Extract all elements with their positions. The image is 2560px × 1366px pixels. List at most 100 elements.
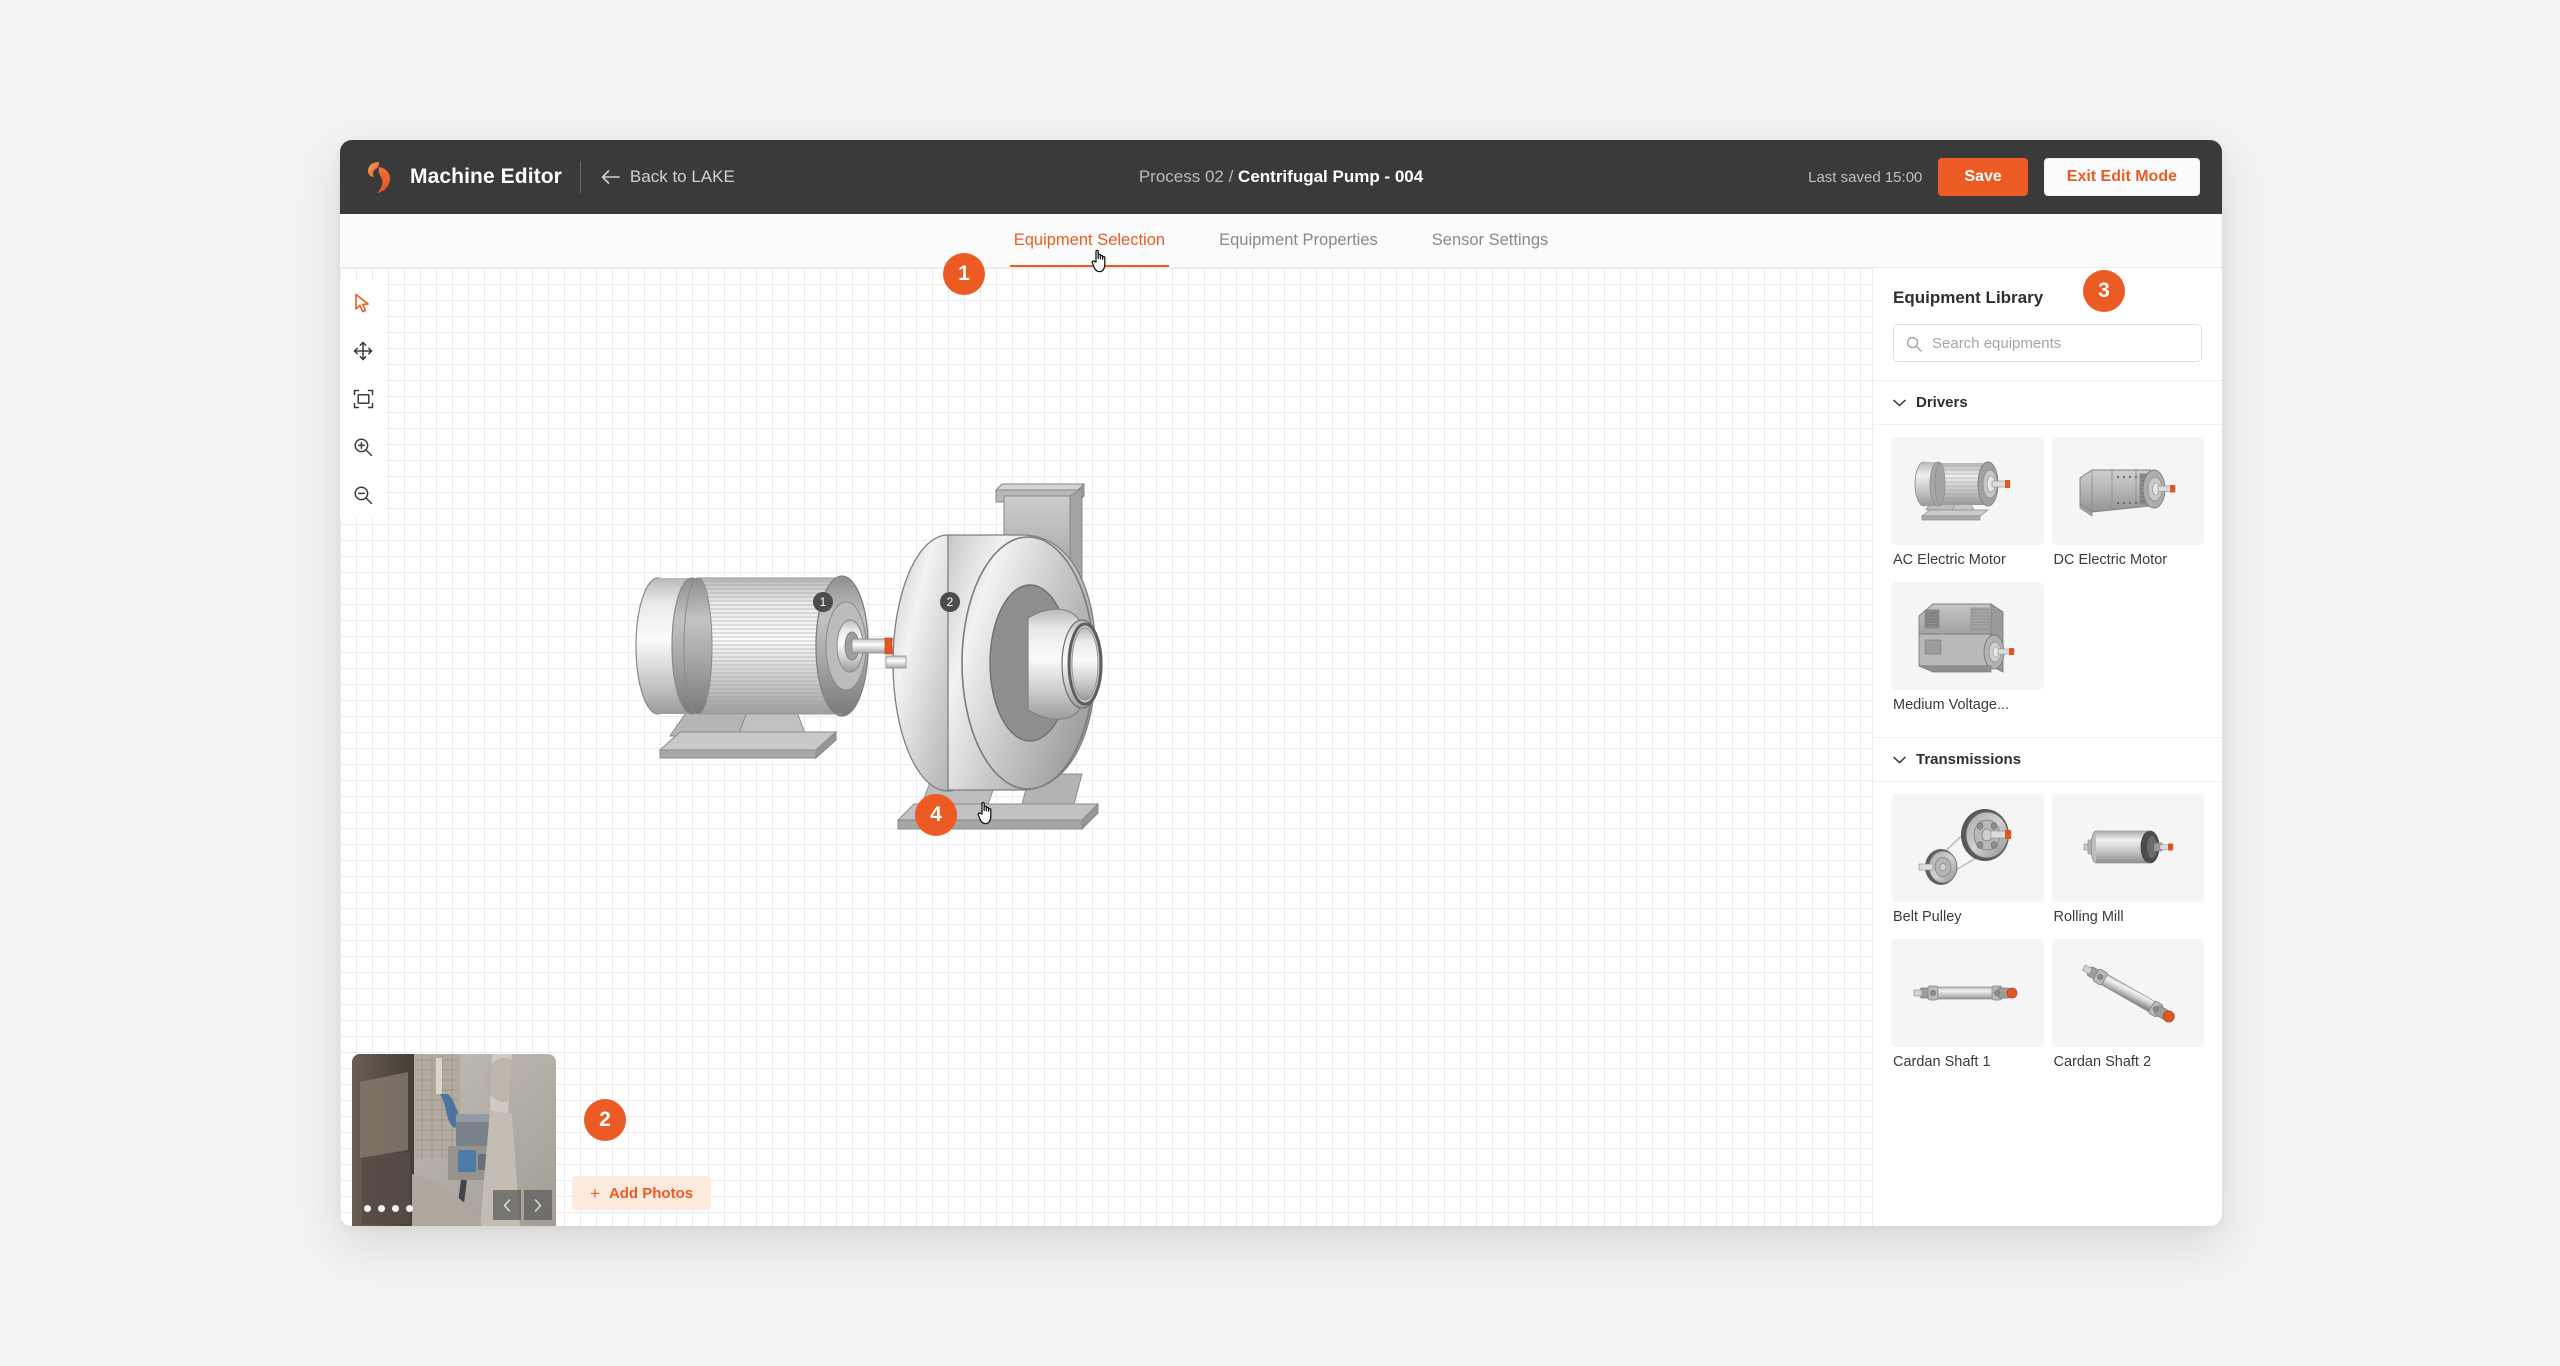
plus-icon: + bbox=[590, 1183, 600, 1203]
brand-group: Machine Editor bbox=[366, 160, 562, 194]
search-icon bbox=[1906, 336, 1922, 352]
photo-carousel-dots bbox=[364, 1205, 413, 1212]
photo-prev-button[interactable] bbox=[493, 1190, 521, 1220]
pan-tool-button[interactable] bbox=[346, 334, 380, 368]
chevron-down-icon bbox=[1893, 399, 1906, 406]
equipment-library-sidebar: Equipment Library Drivers bbox=[1872, 268, 2222, 1226]
fit-screen-button[interactable] bbox=[346, 382, 380, 416]
tab-equipment-selection[interactable]: Equipment Selection bbox=[1009, 214, 1170, 267]
ac-motor-icon bbox=[1914, 461, 2011, 521]
breadcrumb: Process 02 / Centrifugal Pump - 004 bbox=[1139, 167, 1423, 187]
tab-bar: Equipment Selection Equipment Properties… bbox=[340, 214, 2222, 268]
magnifier-minus-icon bbox=[354, 486, 373, 505]
cursor-arrow-icon bbox=[354, 293, 369, 312]
tab-label: Sensor Settings bbox=[1431, 231, 1549, 249]
canvas-toolbar bbox=[340, 280, 386, 518]
select-tool-button[interactable] bbox=[346, 286, 380, 320]
carousel-dot[interactable] bbox=[392, 1205, 399, 1212]
photo-panel[interactable] bbox=[352, 1054, 556, 1226]
equipment-grid-spacer bbox=[2052, 582, 2205, 723]
flame-logo-icon bbox=[368, 162, 390, 193]
back-to-lake-link[interactable]: Back to LAKE bbox=[601, 167, 735, 187]
tab-label: Equipment Selection bbox=[1013, 231, 1166, 249]
equipment-label: AC Electric Motor bbox=[1893, 552, 2006, 568]
library-header: Equipment Library bbox=[1873, 268, 2222, 381]
equipment-label: Rolling Mill bbox=[2053, 909, 2124, 925]
equipment-label: Cardan Shaft 2 bbox=[2053, 1054, 2152, 1070]
equipment-card-cardan-shaft-1[interactable]: Cardan Shaft 1 bbox=[1891, 939, 2044, 1080]
transmissions-grid: Belt Pulley Rolling Mill Cardan Shaft 1 … bbox=[1873, 782, 2222, 1094]
header-actions: Last saved 15:00 Save Exit Edit Mode bbox=[1808, 158, 2200, 196]
equipment-thumb bbox=[2051, 437, 2204, 545]
search-field-wrapper[interactable] bbox=[1893, 324, 2202, 362]
tab-sensor-settings[interactable]: Sensor Settings bbox=[1428, 214, 1552, 267]
move-arrows-icon bbox=[353, 341, 373, 361]
chevron-left-icon bbox=[503, 1198, 511, 1212]
equipment-card-ac-electric-motor[interactable]: AC Electric Motor bbox=[1891, 437, 2044, 578]
rolling-mill-icon bbox=[2083, 830, 2173, 864]
equipment-thumb bbox=[1891, 582, 2044, 690]
back-link-label: Back to LAKE bbox=[629, 167, 735, 186]
sensor-marker-label: 1 bbox=[819, 595, 827, 609]
arrow-left-icon bbox=[601, 170, 620, 184]
top-header-bar: Machine Editor Back to LAKE Process 02 /… bbox=[340, 140, 2222, 214]
header-divider bbox=[579, 161, 581, 193]
centrifugal-pump bbox=[885, 482, 1103, 831]
equipment-label: Medium Voltage... bbox=[1893, 697, 2010, 713]
machine-assembly[interactable] bbox=[630, 468, 1230, 868]
machine-editor-window: Machine Editor Back to LAKE Process 02 /… bbox=[340, 140, 2222, 1226]
equipment-thumb bbox=[2051, 939, 2204, 1047]
editor-body: 1 2 + Add Photos Equipment Library Searc… bbox=[340, 268, 2222, 1226]
cardan-shaft-1-icon bbox=[1913, 985, 2018, 1001]
chevron-down-icon bbox=[1893, 756, 1906, 763]
equipment-thumb bbox=[1891, 437, 2044, 545]
save-button[interactable]: Save bbox=[1938, 158, 2028, 196]
medium-voltage-motor-icon bbox=[1918, 603, 2015, 673]
sensor-marker-label: 2 bbox=[946, 595, 954, 609]
last-saved-status: Last saved 15:00 bbox=[1808, 168, 1923, 186]
sensor-marker-2[interactable]: 2 bbox=[940, 592, 960, 612]
equipment-thumb bbox=[1891, 794, 2044, 902]
chevron-right-icon bbox=[534, 1198, 542, 1212]
section-header-drivers[interactable]: Drivers bbox=[1873, 381, 2222, 425]
carousel-dot[interactable] bbox=[364, 1205, 371, 1212]
library-sections[interactable]: Drivers AC Electric Motor DC Electric Mo… bbox=[1873, 381, 2222, 1226]
photo-next-button[interactable] bbox=[524, 1190, 552, 1220]
equipment-label: Belt Pulley bbox=[1893, 909, 1962, 925]
library-title: Equipment Library bbox=[1893, 288, 2044, 307]
equipment-label: Cardan Shaft 1 bbox=[1893, 1054, 1991, 1070]
equipment-thumb bbox=[1891, 939, 2044, 1047]
sensor-marker-1[interactable]: 1 bbox=[813, 592, 833, 612]
section-label: Drivers bbox=[1916, 394, 1968, 411]
equipment-card-medium-voltage-motor[interactable]: Medium Voltage... bbox=[1891, 582, 2044, 723]
cardan-shaft-2-icon bbox=[2081, 964, 2175, 1023]
drivers-grid: AC Electric Motor DC Electric Motor Medi… bbox=[1873, 425, 2222, 737]
app-title: Machine Editor bbox=[410, 165, 562, 188]
equipment-card-belt-pulley[interactable]: Belt Pulley bbox=[1891, 794, 2044, 935]
breadcrumb-current: Centrifugal Pump - 004 bbox=[1238, 167, 1424, 186]
equipment-card-dc-electric-motor[interactable]: DC Electric Motor bbox=[2051, 437, 2204, 578]
section-label: Transmissions bbox=[1916, 751, 2022, 768]
dc-motor-icon bbox=[2079, 469, 2176, 517]
equipment-card-cardan-shaft-2[interactable]: Cardan Shaft 2 bbox=[2051, 939, 2204, 1080]
add-photos-button[interactable]: + Add Photos bbox=[572, 1176, 712, 1210]
add-photos-label: Add Photos bbox=[608, 1184, 694, 1202]
magnifier-plus-icon bbox=[354, 438, 373, 457]
belt-pulley-icon bbox=[1918, 809, 2012, 885]
section-header-transmissions[interactable]: Transmissions bbox=[1873, 737, 2222, 782]
search-input[interactable] bbox=[1932, 334, 2201, 352]
equipment-label: DC Electric Motor bbox=[2053, 552, 2168, 568]
zoom-out-button[interactable] bbox=[346, 478, 380, 512]
breadcrumb-prefix: Process 02 / bbox=[1138, 167, 1239, 186]
equipment-card-rolling-mill[interactable]: Rolling Mill bbox=[2051, 794, 2204, 935]
zoom-in-button[interactable] bbox=[346, 430, 380, 464]
tab-equipment-properties[interactable]: Equipment Properties bbox=[1215, 214, 1382, 267]
exit-edit-mode-button[interactable]: Exit Edit Mode bbox=[2043, 158, 2200, 196]
motor-body bbox=[635, 575, 921, 717]
equipment-thumb bbox=[2051, 794, 2204, 902]
machine-canvas[interactable]: 1 2 + Add Photos bbox=[340, 268, 1872, 1226]
carousel-dot[interactable] bbox=[378, 1205, 385, 1212]
carousel-dot[interactable] bbox=[406, 1205, 413, 1212]
photo-carousel-nav bbox=[493, 1190, 552, 1220]
frame-icon bbox=[353, 389, 373, 409]
